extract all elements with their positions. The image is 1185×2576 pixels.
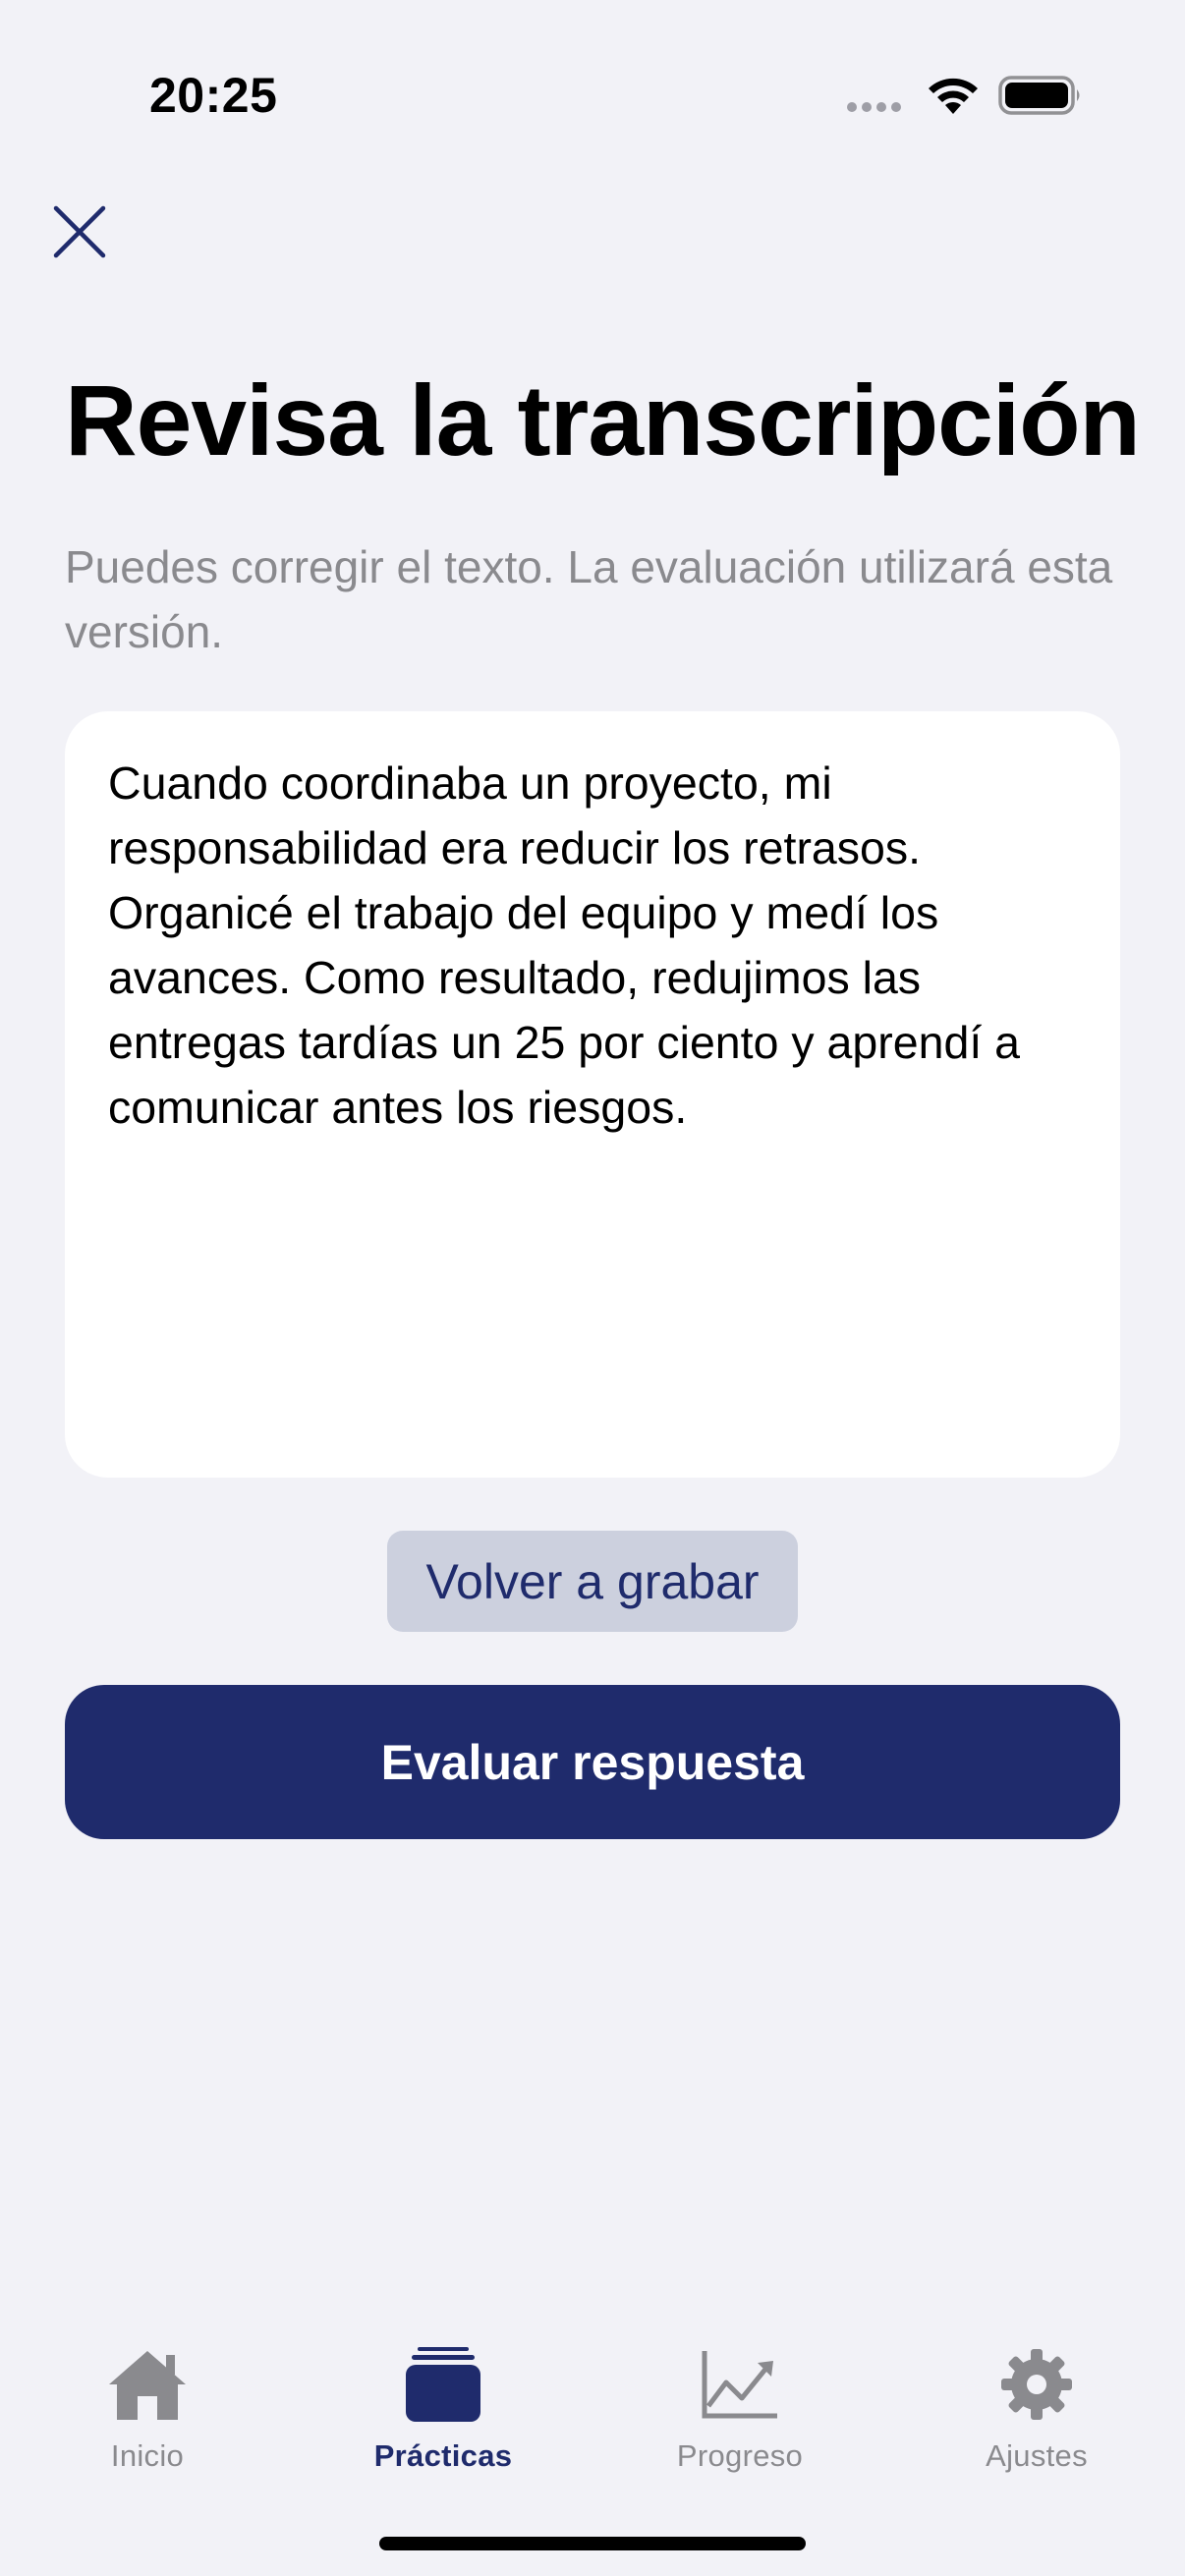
- house-icon: [103, 2340, 192, 2429]
- transcript-card: Cuando coordinaba un proyecto, mi respon…: [65, 711, 1120, 1478]
- tab-inicio-label: Inicio: [110, 2438, 185, 2473]
- wifi-icon: [929, 78, 978, 114]
- tab-progreso[interactable]: Progreso: [622, 2340, 858, 2488]
- gear-icon: [992, 2340, 1081, 2429]
- tab-practicas-label: Prácticas: [373, 2438, 513, 2473]
- stack-icon: [399, 2340, 487, 2429]
- evaluate-button[interactable]: Evaluar respuesta: [65, 1685, 1120, 1839]
- close-button[interactable]: [49, 201, 110, 262]
- transcript-text-editor[interactable]: Cuando coordinaba un proyecto, mi respon…: [108, 751, 1091, 1140]
- status-bar: 20:25: [0, 0, 1185, 196]
- battery-icon: [998, 76, 1080, 115]
- close-icon: [53, 205, 106, 258]
- tab-ajustes[interactable]: Ajustes: [919, 2340, 1155, 2488]
- home-indicator[interactable]: [379, 2537, 806, 2550]
- chart-icon: [696, 2340, 784, 2429]
- rerecord-button[interactable]: Volver a grabar: [387, 1531, 798, 1632]
- status-time: 20:25: [149, 68, 278, 123]
- page-title: Revisa la transcripción: [65, 364, 1141, 476]
- tab-inicio[interactable]: Inicio: [29, 2340, 265, 2488]
- tab-progreso-label: Progreso: [676, 2438, 804, 2473]
- tab-practicas[interactable]: Prácticas: [325, 2340, 561, 2488]
- page-subtitle: Puedes corregir el texto. La evaluación …: [65, 541, 1113, 657]
- cellular-signal-icon: [847, 102, 901, 112]
- tab-ajustes-label: Ajustes: [986, 2438, 1088, 2473]
